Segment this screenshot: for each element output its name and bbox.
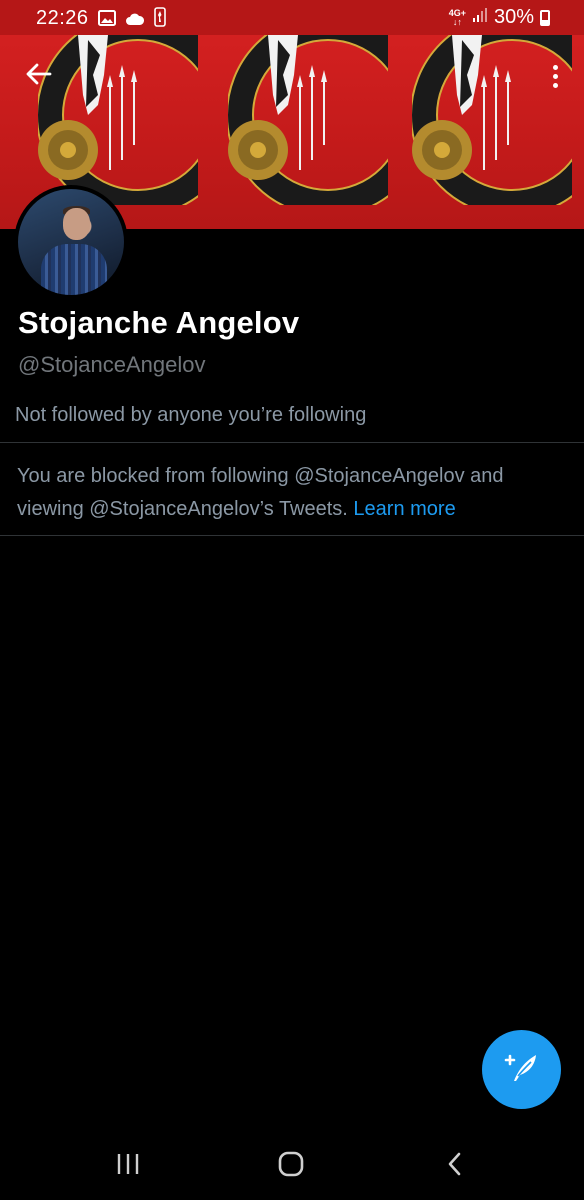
emblem-image bbox=[38, 35, 198, 205]
arrow-left-icon bbox=[26, 61, 52, 92]
status-left-icons bbox=[98, 7, 166, 33]
signal-icon bbox=[472, 6, 488, 29]
home-icon bbox=[277, 1150, 305, 1183]
followed-by-text: Not followed by anyone you’re following bbox=[15, 404, 367, 426]
status-bar: 22:26 4G+ ↓↑ 30% bbox=[0, 0, 584, 35]
profile-screen: 22:26 4G+ ↓↑ 30% Stojanche Angelov @Stoj… bbox=[0, 0, 584, 1200]
divider bbox=[0, 535, 584, 536]
learn-more-link[interactable]: Learn more bbox=[353, 498, 455, 520]
image-icon bbox=[98, 9, 116, 32]
nba-icon bbox=[154, 7, 166, 33]
network-icon: 4G+ ↓↑ bbox=[448, 7, 466, 27]
divider bbox=[0, 442, 584, 443]
battery-icon bbox=[540, 9, 550, 26]
profile-display-name: Stojanche Angelov bbox=[18, 305, 300, 340]
back-button[interactable] bbox=[19, 56, 59, 96]
compose-tweet-icon bbox=[502, 1047, 542, 1092]
status-time: 22:26 bbox=[36, 7, 89, 29]
recent-apps-icon bbox=[115, 1152, 141, 1181]
cloud-icon bbox=[125, 9, 145, 32]
avatar-image bbox=[18, 189, 124, 295]
emblem-image bbox=[228, 35, 388, 205]
network-label: 4G+ bbox=[448, 7, 466, 18]
more-options-button[interactable] bbox=[544, 56, 566, 96]
back-icon bbox=[445, 1151, 465, 1182]
blocked-notice: You are blocked from following @Stojance… bbox=[17, 460, 569, 526]
more-vertical-icon bbox=[552, 64, 558, 88]
recent-apps-button[interactable] bbox=[106, 1148, 150, 1184]
compose-tweet-button[interactable] bbox=[482, 1030, 561, 1109]
profile-handle: @StojanceAngelov bbox=[18, 352, 206, 377]
system-navigation-bar bbox=[0, 1128, 584, 1200]
home-button[interactable] bbox=[269, 1148, 313, 1184]
battery-percentage: 30% bbox=[493, 6, 534, 28]
avatar[interactable] bbox=[14, 185, 128, 299]
system-back-button[interactable] bbox=[433, 1148, 477, 1184]
status-right-icons: 4G+ ↓↑ 30% bbox=[449, 6, 550, 29]
